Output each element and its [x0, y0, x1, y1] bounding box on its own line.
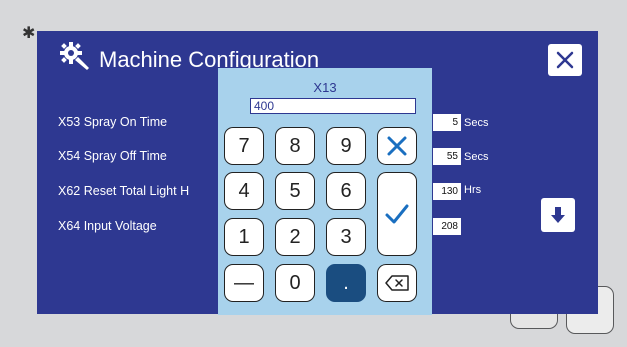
key-9[interactable]: 9 — [326, 127, 366, 165]
setting-unit-reset-light: Hrs — [464, 184, 482, 196]
key-4[interactable]: 4 — [224, 172, 264, 210]
key-3[interactable]: 3 — [326, 218, 366, 256]
scroll-down-button[interactable] — [541, 198, 575, 232]
backspace-key[interactable] — [377, 264, 417, 302]
decimal-key[interactable]: . — [326, 264, 366, 302]
key-7[interactable]: 7 — [224, 127, 264, 165]
cancel-key[interactable] — [377, 127, 417, 165]
keypad-input-field[interactable]: 400 — [250, 98, 416, 114]
setting-value-spray-off[interactable]: 55 — [433, 148, 461, 165]
setting-value-reset-light[interactable]: 130 — [433, 183, 461, 200]
setting-unit-spray-off: Secs — [464, 151, 489, 163]
close-button[interactable] — [548, 44, 582, 76]
key-6[interactable]: 6 — [326, 172, 366, 210]
setting-value-spray-on[interactable]: 5 — [433, 114, 461, 131]
backspace-icon — [385, 275, 409, 291]
key-0[interactable]: 0 — [275, 264, 315, 302]
minus-key[interactable]: — — [224, 264, 264, 302]
setting-label-spray-off: X54 Spray Off Time — [58, 149, 167, 163]
keypad-title: X13 — [313, 80, 337, 95]
key-5[interactable]: 5 — [275, 172, 315, 210]
setting-label-reset-light: X62 Reset Total Light H — [58, 184, 190, 198]
setting-unit-spray-on: Secs — [464, 117, 489, 129]
setting-label-spray-on: X53 Spray On Time — [58, 115, 168, 129]
checkmark-icon — [385, 204, 409, 224]
close-icon — [387, 136, 407, 156]
key-8[interactable]: 8 — [275, 127, 315, 165]
close-icon — [556, 51, 574, 69]
setting-label-input-voltage: X64 Input Voltage — [58, 219, 157, 233]
arrow-down-icon — [551, 207, 565, 223]
setting-value-input-voltage[interactable]: 208 — [433, 218, 461, 235]
confirm-key[interactable] — [377, 172, 417, 256]
tools-gear-icon — [60, 42, 89, 70]
gear-icon: ✱ — [22, 23, 36, 42]
key-1[interactable]: 1 — [224, 218, 264, 256]
key-2[interactable]: 2 — [275, 218, 315, 256]
